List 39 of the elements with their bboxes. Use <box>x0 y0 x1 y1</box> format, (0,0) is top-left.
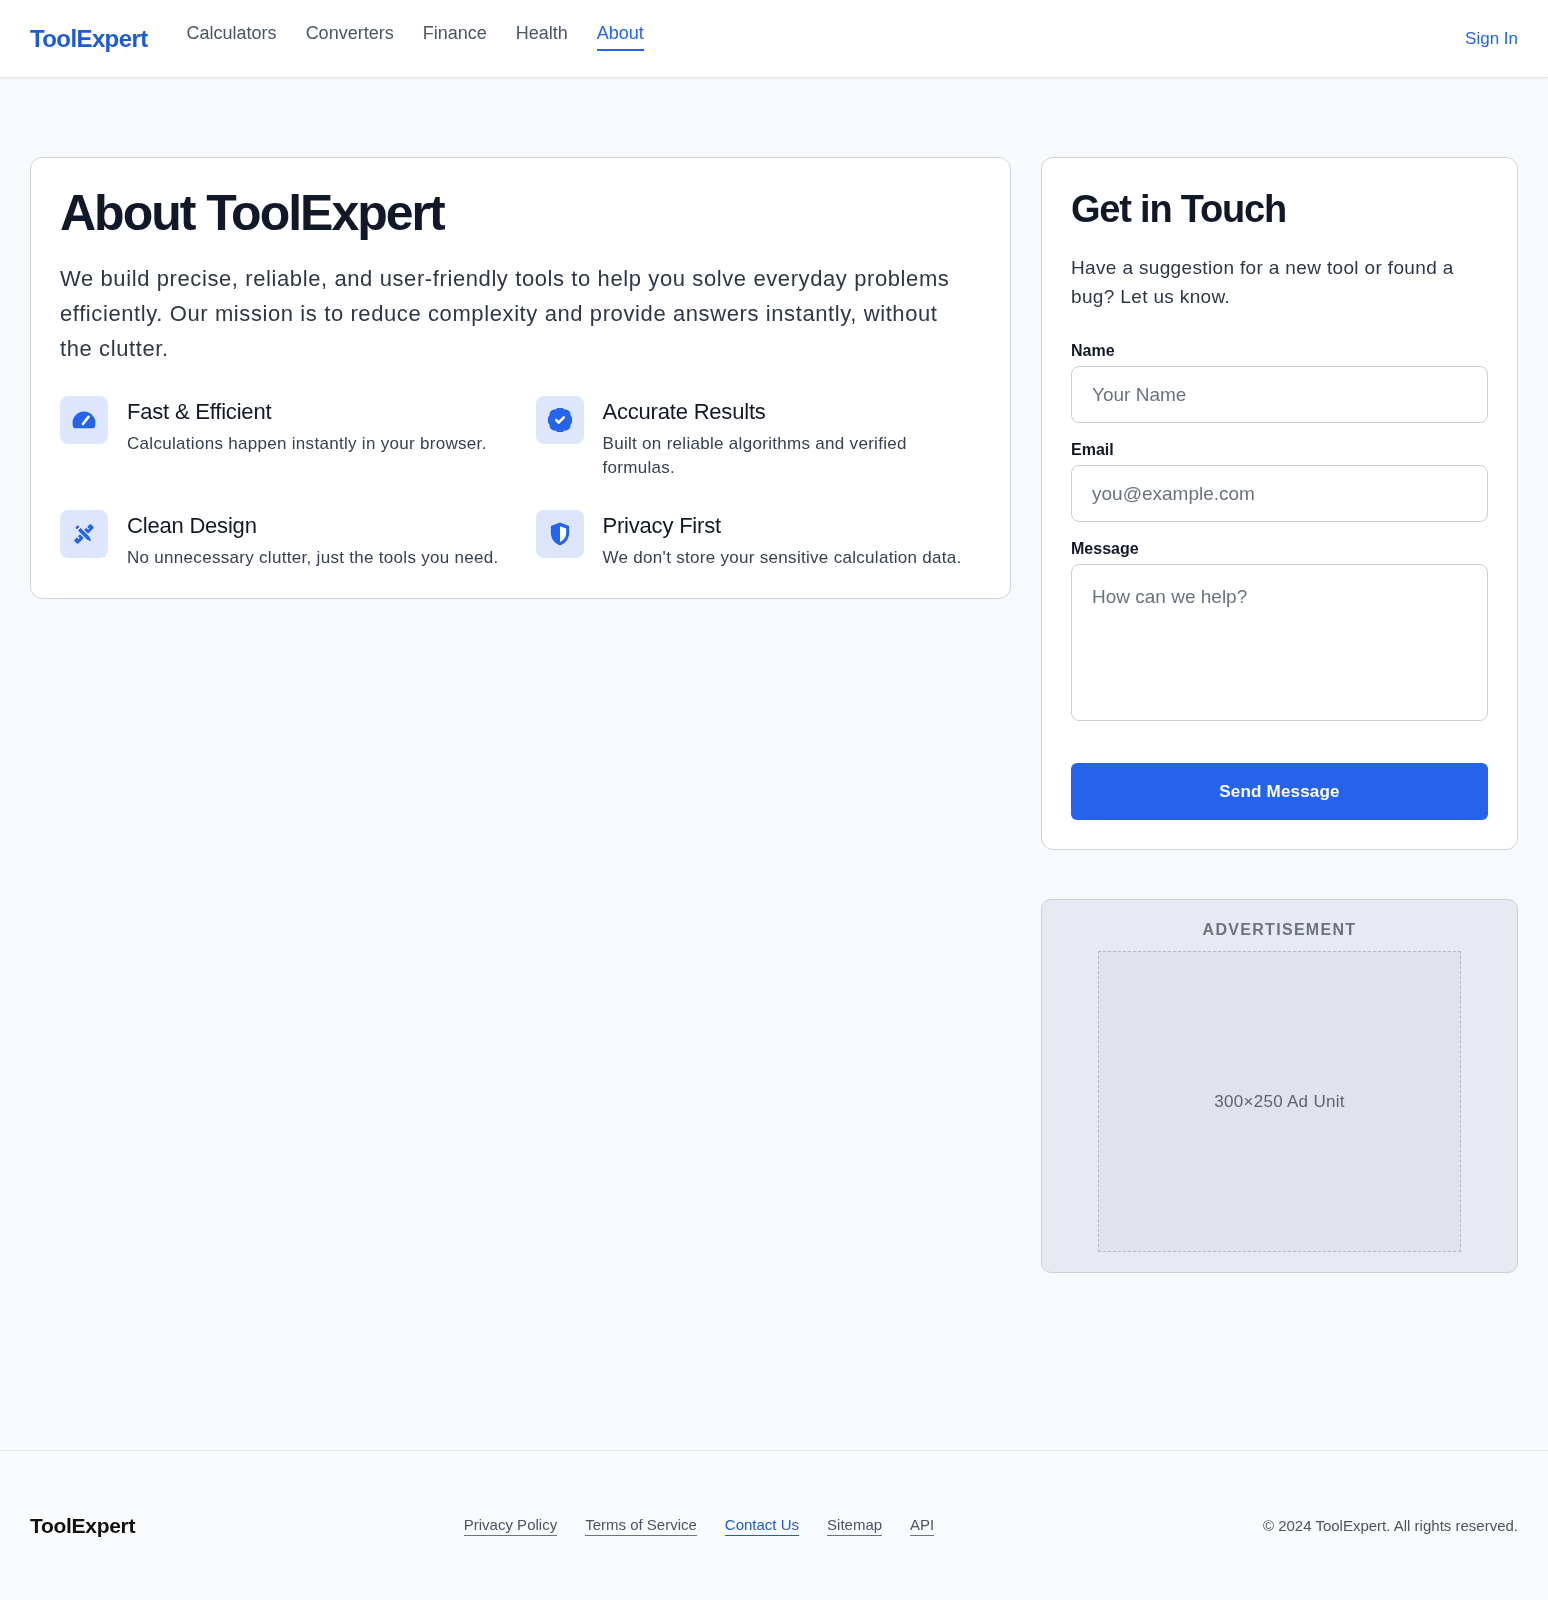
footer-link[interactable]: Terms of Service <box>585 1515 697 1536</box>
feature-title: Privacy First <box>602 512 722 540</box>
feature-description: Built on reliable algorithms and verified formulas. <box>602 433 908 479</box>
crossed-tools-icon <box>60 510 108 558</box>
ad-label: ADVERTISEMENT <box>1202 920 1357 940</box>
field-label: Email <box>1071 440 1115 460</box>
input-field[interactable]: Your Name <box>1071 366 1488 423</box>
badge-check-icon <box>535 396 584 444</box>
footer-link[interactable]: Contact Us <box>724 1515 800 1536</box>
send-button[interactable]: Send Message <box>1071 763 1488 820</box>
nav-link[interactable]: About <box>596 20 644 51</box>
nav-link[interactable]: Converters <box>305 20 394 51</box>
message-field[interactable]: How can we help? <box>1071 564 1488 721</box>
nav-link[interactable]: Calculators <box>186 20 277 51</box>
copyright-text: © 2024 ToolExpert. All rights reserved. <box>1262 1517 1518 1534</box>
feature-description: Calculations happen instantly in your browser. <box>127 433 487 455</box>
nav-link[interactable]: Finance <box>422 20 487 51</box>
page-title: About ToolExpert <box>60 184 446 243</box>
nav-link[interactable]: Health <box>515 20 568 51</box>
feature-title: Fast & Efficient <box>127 398 273 426</box>
feature-title: Accurate Results <box>602 398 767 426</box>
field-label: Message <box>1071 539 1140 559</box>
feature-description: No unnecessary clutter, just the tools you need. <box>127 547 499 569</box>
ad-slot: 300×250 Ad Unit <box>1098 951 1461 1252</box>
input-field[interactable]: you@example.com <box>1071 465 1488 522</box>
footer-link[interactable]: Privacy Policy <box>463 1515 558 1536</box>
gauge-icon <box>60 396 108 444</box>
footer-link[interactable]: API <box>910 1515 935 1536</box>
shield-icon <box>535 510 584 558</box>
feature-description: We don't store your sensitive calculation data. <box>602 547 962 569</box>
sign-in-link[interactable]: Sign In <box>1465 28 1518 49</box>
site-logo[interactable]: ToolExpert <box>30 24 148 53</box>
contact-title: Get in Touch <box>1071 187 1287 232</box>
field-label: Name <box>1071 341 1116 361</box>
contact-description: Have a suggestion for a new tool or found a bug? Let us know. <box>1071 256 1455 309</box>
intro-paragraph: We build precise, reliable, and user-friendly tools to help you solve everyday problems efficiently. Our mission is to reduce complexity and provide answers instantly, without the clutter. <box>60 265 951 363</box>
feature-title: Clean Design <box>127 512 258 540</box>
footer-logo[interactable]: ToolExpert <box>30 1513 136 1538</box>
footer-link[interactable]: Sitemap <box>827 1515 883 1536</box>
